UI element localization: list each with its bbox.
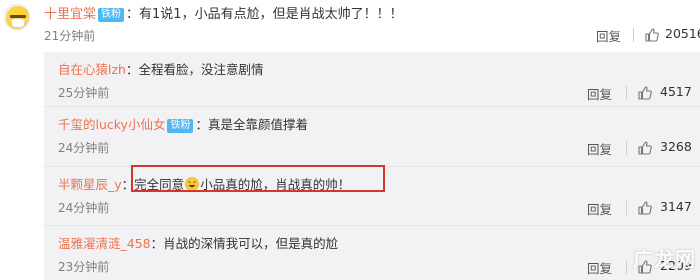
reply-username[interactable]: 温雅濯清涟_458 — [58, 236, 151, 251]
colon: ： — [126, 7, 140, 22]
reply-line: 千玺的lucky小仙女 铁粉 ：真是全靠颜值撑着 — [58, 116, 308, 134]
thumbs-up-icon[interactable] — [637, 85, 653, 101]
action-divider — [626, 201, 627, 215]
fan-badge[interactable]: 铁粉 — [167, 119, 194, 133]
main-comment: 十里宜棠 铁粉 ：有1说1，小品有点尬，但是肖战太帅了！！！ 21分钟前 回复 20… — [0, 0, 700, 52]
colon: ： — [125, 62, 139, 77]
thumbs-up-icon[interactable] — [637, 140, 653, 156]
thumbs-up-icon[interactable] — [637, 200, 653, 216]
action-divider — [633, 28, 634, 42]
thumbs-up-icon[interactable] — [644, 27, 660, 43]
reply-username[interactable]: 千玺的lucky小仙女 — [58, 117, 165, 132]
action-divider — [626, 141, 627, 155]
reply-button[interactable]: 回复 — [587, 84, 612, 103]
like-count: 3268 — [660, 139, 692, 154]
reply-text: 全程看脸，没注意剧情 — [138, 62, 264, 77]
main-comment-username[interactable]: 十里宜棠 — [44, 7, 96, 22]
reply-item: 自在心猿lzh：全程看脸，没注意剧情 25分钟前 回复 4517 — [44, 52, 700, 103]
reply-item: 温雅濯清涟_458：肖战的深情我可以，但是真的尬 23分钟前 回复 2209 — [44, 225, 700, 276]
highlight-box — [131, 165, 385, 192]
main-comment-line: 十里宜棠 铁粉 ：有1说1，小品有点尬，但是肖战太帅了！！！ — [44, 6, 403, 24]
watermark-text: 广龙网 — [633, 247, 696, 271]
reply-line: 温雅濯清涟_458：肖战的深情我可以，但是真的尬 — [58, 235, 338, 253]
reply-text: 肖战的深情我可以，但是真的尬 — [163, 236, 339, 251]
reply-button[interactable]: 回复 — [587, 139, 612, 158]
reply-time: 25分钟前 — [58, 86, 110, 100]
colon: ： — [150, 236, 164, 251]
like-count: 4517 — [660, 84, 692, 99]
like-count: 20516 — [665, 26, 700, 41]
reply-button[interactable]: 回复 — [596, 26, 621, 45]
reply-time: 24分钟前 — [58, 201, 110, 215]
main-comment-time: 21分钟前 — [44, 29, 96, 43]
colon: ： — [195, 117, 208, 132]
site-watermark: 广龙网 — [604, 244, 696, 278]
like-count: 3147 — [660, 199, 692, 214]
main-comment-text: 有1说1，小品有点尬，但是肖战太帅了！！！ — [139, 7, 403, 22]
action-divider — [626, 86, 627, 100]
reply-time: 23分钟前 — [58, 260, 110, 274]
reply-time: 24分钟前 — [58, 141, 110, 155]
reply-line: 自在心猿lzh：全程看脸，没注意剧情 — [58, 61, 264, 79]
reply-username[interactable]: 自在心猿lzh — [58, 62, 126, 77]
reply-username[interactable]: 半颗星辰_y — [58, 177, 122, 192]
reply-button[interactable]: 回复 — [587, 199, 612, 218]
masked-face-avatar-icon[interactable] — [4, 4, 30, 30]
fan-badge[interactable]: 铁粉 — [98, 8, 125, 22]
reply-text: 真是全靠颜值撑着 — [207, 117, 308, 132]
reply-item: 千玺的lucky小仙女 铁粉 ：真是全靠颜值撑着 24分钟前 回复 3268 — [44, 106, 700, 157]
